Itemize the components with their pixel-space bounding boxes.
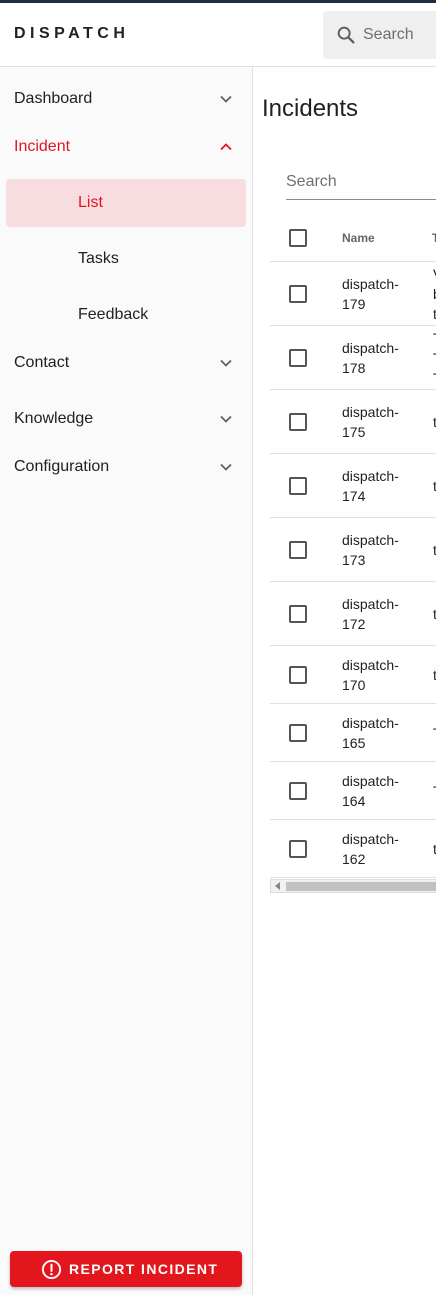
search-icon	[337, 26, 355, 44]
row-checkbox[interactable]	[289, 349, 307, 367]
table-row[interactable]: dispatch-174 t	[270, 454, 436, 518]
row-name: dispatch-173	[342, 532, 399, 568]
row-name: dispatch-164	[342, 773, 399, 809]
table-row[interactable]: dispatch-172 t	[270, 582, 436, 646]
row-name: dispatch-172	[342, 596, 399, 632]
table-row[interactable]: dispatch-173 t	[270, 518, 436, 582]
sidebar: Dashboard Incident List Tasks Feedback C…	[0, 67, 253, 1295]
sidebar-subitem-list[interactable]: List	[6, 179, 246, 227]
table-search-input[interactable]: Search	[286, 163, 436, 200]
sidebar-item-label: Dashboard	[14, 90, 93, 107]
report-incident-button[interactable]: REPORT INCIDENT	[10, 1251, 242, 1287]
row-checkbox[interactable]	[289, 840, 307, 858]
scroll-left-arrow-icon[interactable]	[275, 882, 280, 890]
row-name: dispatch-175	[342, 404, 399, 440]
row-checkbox[interactable]	[289, 605, 307, 623]
sidebar-item-label: Incident	[14, 138, 71, 155]
row-name: dispatch-179	[342, 276, 399, 312]
horizontal-scrollbar[interactable]	[270, 879, 436, 893]
sidebar-item-label: Configuration	[14, 458, 110, 475]
row-name: dispatch-178	[342, 340, 399, 376]
sidebar-item-knowledge[interactable]: Knowledge	[0, 395, 253, 443]
sidebar-subitem-tasks[interactable]: Tasks	[6, 235, 246, 283]
table-row[interactable]: dispatch-179Vbt	[270, 262, 436, 326]
row-checkbox[interactable]	[289, 666, 307, 684]
report-incident-label: REPORT INCIDENT	[69, 1261, 219, 1277]
sidebar-item-contact[interactable]: Contact	[0, 339, 253, 387]
table-row[interactable]: dispatch-170 t	[270, 646, 436, 704]
row-checkbox[interactable]	[289, 724, 307, 742]
table-row[interactable]: dispatch-178TTT	[270, 326, 436, 390]
select-all-checkbox[interactable]	[289, 229, 307, 247]
app-header: DISPATCH Search	[0, 3, 436, 67]
page-title: Incidents	[262, 95, 359, 122]
alert-circle-icon	[41, 1259, 62, 1280]
column-header-title[interactable]: T	[432, 231, 436, 245]
sidebar-item-label: Contact	[14, 354, 70, 371]
table-row[interactable]: dispatch-164T	[270, 762, 436, 820]
row-checkbox[interactable]	[289, 413, 307, 431]
row-name: dispatch-174	[342, 468, 399, 504]
chevron-down-icon	[220, 95, 232, 103]
sidebar-subitem-feedback[interactable]: Feedback	[6, 291, 246, 339]
row-checkbox[interactable]	[289, 477, 307, 495]
row-name: dispatch-170	[342, 657, 399, 693]
sidebar-item-incident[interactable]: Incident	[0, 123, 253, 171]
table-header-row: Name T	[270, 213, 436, 262]
chevron-up-icon	[220, 143, 232, 151]
scrollbar-thumb[interactable]	[286, 882, 436, 891]
column-header-name[interactable]: Name	[342, 231, 375, 245]
sidebar-subitem-label: Feedback	[78, 306, 149, 323]
table-row[interactable]: dispatch-165T	[270, 704, 436, 762]
table-row[interactable]: dispatch-175 t	[270, 390, 436, 454]
row-checkbox[interactable]	[289, 541, 307, 559]
row-name: dispatch-162	[342, 831, 399, 867]
row-checkbox[interactable]	[289, 782, 307, 800]
table-row[interactable]: dispatch-162 t	[270, 820, 436, 878]
sidebar-item-configuration[interactable]: Configuration	[0, 443, 253, 491]
chevron-down-icon	[220, 359, 232, 367]
global-search-box[interactable]: Search	[323, 11, 436, 59]
app-brand[interactable]: DISPATCH	[14, 25, 129, 43]
sidebar-item-dashboard[interactable]: Dashboard	[0, 75, 253, 123]
global-search-placeholder: Search	[363, 26, 414, 43]
row-name: dispatch-165	[342, 715, 399, 751]
chevron-down-icon	[220, 415, 232, 423]
table-search-placeholder: Search	[286, 173, 337, 190]
sidebar-subitem-label: List	[78, 194, 103, 211]
main-content: Incidents Search Name T dispatch-179Vbtd…	[254, 67, 436, 1295]
chevron-down-icon	[220, 463, 232, 471]
sidebar-item-label: Knowledge	[14, 410, 94, 427]
row-checkbox[interactable]	[289, 285, 307, 303]
sidebar-subitem-label: Tasks	[78, 250, 119, 267]
